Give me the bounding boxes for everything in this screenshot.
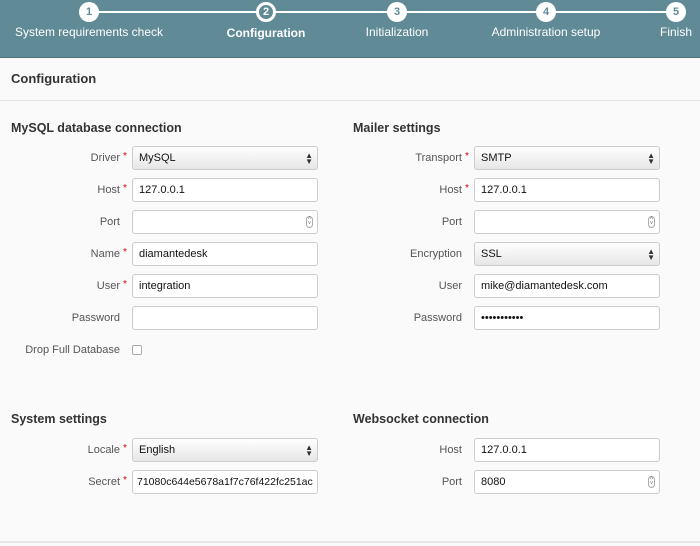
- divider: [0, 100, 700, 101]
- footer-divider: [0, 541, 700, 543]
- locale-value: English: [139, 444, 176, 456]
- mysql-password-input[interactable]: [132, 306, 318, 330]
- driver-select[interactable]: MySQL ▲ ▼: [132, 146, 318, 170]
- spinner-icon[interactable]: ˄ ˅: [306, 216, 313, 228]
- websocket-port-value: 8080: [481, 476, 506, 488]
- mysql-user-label: User: [96, 280, 120, 292]
- mailer-port-label: Port: [441, 216, 462, 228]
- encryption-select[interactable]: SSL ▲ ▼: [474, 242, 660, 266]
- drop-database-label: Drop Full Database: [25, 344, 120, 356]
- system-section-title: System settings: [11, 412, 107, 426]
- websocket-port-label: Port: [441, 476, 462, 488]
- required-mark: *: [123, 247, 127, 258]
- mailer-host-input[interactable]: 127.0.0.1: [474, 178, 660, 202]
- mailer-port-input[interactable]: ˄ ˅: [474, 210, 660, 234]
- step-5: 5 Finish: [576, 0, 700, 39]
- required-mark: *: [465, 151, 469, 162]
- wizard-progress: 1 System requirements check 2 Configuratio…: [0, 0, 700, 58]
- required-mark: *: [465, 183, 469, 194]
- mysql-user-input[interactable]: integration: [132, 274, 318, 298]
- encryption-label: Encryption: [410, 248, 462, 260]
- mailer-user-label: User: [438, 280, 462, 292]
- required-mark: *: [123, 183, 127, 194]
- mailer-user-input[interactable]: mike@diamantedesk.com: [474, 274, 660, 298]
- page-title: Configuration: [11, 71, 97, 86]
- websocket-section-title: Websocket connection: [353, 412, 489, 426]
- locale-label: Locale: [87, 444, 120, 456]
- mysql-password-label: Password: [71, 312, 120, 324]
- select-arrows-icon: ▲ ▼: [647, 247, 655, 262]
- mysql-port-label: Port: [99, 216, 120, 228]
- mailer-host-label: Host: [439, 184, 462, 196]
- transport-label: Transport: [415, 152, 462, 164]
- spinner-icon[interactable]: ˄ ˅: [648, 216, 655, 228]
- secret-label: Secret: [88, 476, 120, 488]
- required-mark: *: [123, 475, 127, 486]
- secret-input[interactable]: 71080c644e5678a1f7c76f422fc251ac: [132, 470, 318, 494]
- select-arrows-icon: ▲ ▼: [647, 151, 655, 166]
- mysql-host-input[interactable]: 127.0.0.1: [132, 178, 318, 202]
- locale-select[interactable]: English ▲ ▼: [132, 438, 318, 462]
- mysql-section-title: MySQL database connection: [11, 121, 182, 135]
- select-arrows-icon: ▲ ▼: [305, 443, 313, 458]
- transport-select[interactable]: SMTP ▲ ▼: [474, 146, 660, 170]
- mailer-password-label: Password: [413, 312, 462, 324]
- step-1: 1 System requirements check: [0, 0, 189, 39]
- websocket-port-input[interactable]: 8080 ˄ ˅: [474, 470, 660, 494]
- websocket-host-input[interactable]: 127.0.0.1: [474, 438, 660, 462]
- required-mark: *: [123, 151, 127, 162]
- mysql-port-input[interactable]: ˄ ˅: [132, 210, 318, 234]
- driver-label: Driver: [90, 152, 120, 164]
- spinner-icon[interactable]: ˄ ˅: [648, 476, 655, 488]
- mailer-section-title: Mailer settings: [353, 121, 441, 135]
- mysql-host-label: Host: [97, 184, 120, 196]
- select-arrows-icon: ▲ ▼: [305, 151, 313, 166]
- mysql-name-input[interactable]: diamantedesk: [132, 242, 318, 266]
- encryption-value: SSL: [481, 248, 502, 260]
- transport-value: SMTP: [481, 152, 512, 164]
- websocket-host-label: Host: [439, 444, 462, 456]
- required-mark: *: [123, 443, 127, 454]
- mailer-password-input[interactable]: •••••••••••: [474, 306, 660, 330]
- driver-value: MySQL: [139, 152, 176, 164]
- drop-database-checkbox[interactable]: [132, 345, 142, 355]
- mysql-name-label: Name: [90, 248, 120, 260]
- required-mark: *: [123, 279, 127, 290]
